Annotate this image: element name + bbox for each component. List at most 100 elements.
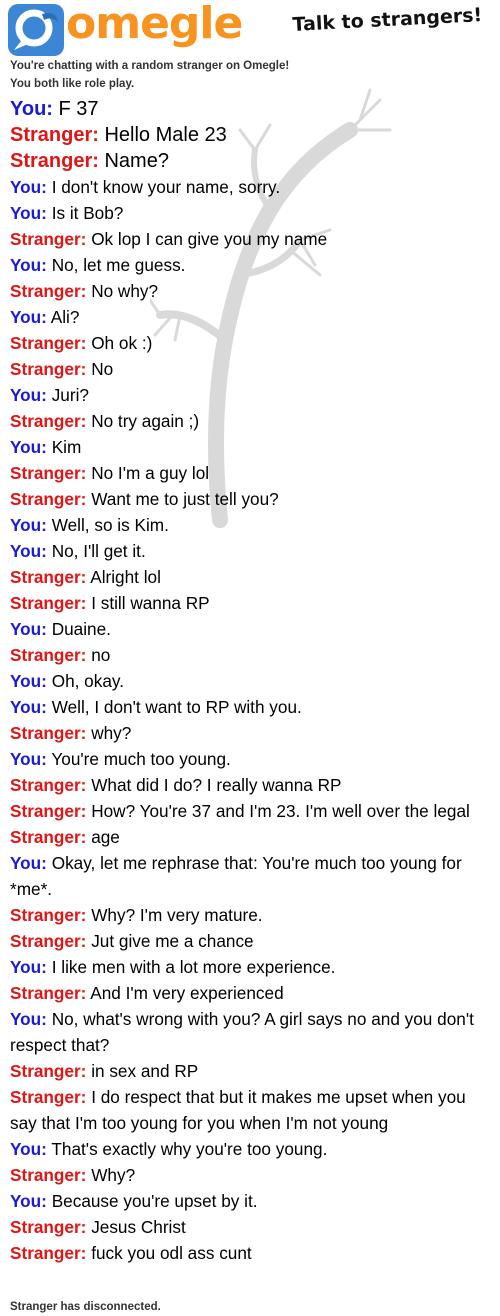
message-text: Juri? [51, 385, 89, 405]
message-text: Kim [51, 437, 82, 457]
chat-message: Stranger: Name? [10, 148, 492, 174]
chat-message: Stranger: Oh ok :) [10, 330, 492, 356]
message-text: I still wanna RP [91, 593, 210, 613]
stranger-label: Stranger: [10, 124, 99, 146]
message-text: Hello Male 23 [104, 124, 227, 146]
status-chatting: You're chatting with a random stranger o… [10, 60, 290, 72]
omegle-logo-text: omegle [66, 0, 243, 49]
message-text: Jut give me a chance [91, 931, 254, 951]
chat-message: You: Ali? [10, 304, 492, 330]
message-text: Well, so is Kim. [51, 515, 169, 535]
status-interest: You both like role play. [10, 78, 135, 90]
chat-message: You: No, what's wrong with you? A girl s… [10, 1006, 492, 1058]
chat-message: You: Okay, let me rephrase that: You're … [10, 850, 492, 902]
chat-message: You: No, I'll get it. [10, 538, 492, 564]
chat-message: Stranger: No I'm a guy lol [10, 460, 492, 486]
chat-message: Stranger: No why? [10, 278, 492, 304]
chat-message: Stranger: Want me to just tell you? [10, 486, 492, 512]
chat-message: Stranger: no [10, 642, 492, 668]
message-text: Well, I don't want to RP with you. [51, 697, 302, 717]
chat-message: Stranger: Ok lop I can give you my name [10, 226, 492, 252]
message-text: That's exactly why you're too young. [51, 1139, 328, 1159]
chat-message: Stranger: And I'm very experienced [10, 980, 492, 1006]
you-label: You: [10, 957, 47, 977]
stranger-label: Stranger: [10, 645, 87, 665]
you-label: You: [10, 1191, 47, 1211]
chat-message: Stranger: Jesus Christ [10, 1214, 492, 1240]
message-text: How? You're 37 and I'm 23. I'm well over… [91, 801, 470, 821]
message-text: I don't know your name, sorry. [51, 177, 281, 197]
you-label: You: [10, 697, 47, 717]
you-label: You: [10, 1139, 47, 1159]
message-text: I like men with a lot more experience. [51, 957, 336, 977]
message-text: No [91, 359, 114, 379]
you-label: You: [10, 619, 47, 639]
stranger-label: Stranger: [10, 281, 87, 301]
chat-message: You: Juri? [10, 382, 492, 408]
status-disconnected: Stranger has disconnected. [10, 1301, 161, 1313]
chat-message: Stranger: in sex and RP [10, 1058, 492, 1084]
message-text: Ok lop I can give you my name [91, 229, 328, 249]
stranger-label: Stranger: [10, 333, 87, 353]
chat-message: Stranger: Jut give me a chance [10, 928, 492, 954]
message-text: You're much too young. [51, 749, 231, 769]
stranger-label: Stranger: [10, 1061, 87, 1081]
stranger-label: Stranger: [10, 489, 87, 509]
chat-log: You: F 37 Stranger: Hello Male 23 Stranger… [10, 96, 492, 1266]
you-label: You: [10, 749, 47, 769]
chat-message: You: I like men with a lot more experien… [10, 954, 492, 980]
message-text: age [91, 827, 120, 847]
message-text: Why? I'm very mature. [91, 905, 263, 925]
message-text: No why? [91, 281, 159, 301]
chat-message: Stranger: why? [10, 720, 492, 746]
stranger-label: Stranger: [10, 150, 99, 172]
chat-message: Stranger: Alright lol [10, 564, 492, 590]
message-text: Oh ok :) [91, 333, 153, 353]
you-label: You: [10, 307, 47, 327]
message-text: Alright lol [90, 567, 161, 587]
chat-message: Stranger: No [10, 356, 492, 382]
stranger-label: Stranger: [10, 723, 87, 743]
message-text: No, I'll get it. [51, 541, 146, 561]
stranger-label: Stranger: [10, 593, 87, 613]
chat-message: You: I don't know your name, sorry. [10, 174, 492, 200]
message-text: Okay, let me rephrase that: You're much … [10, 853, 462, 899]
chat-message: You: That's exactly why you're too young… [10, 1136, 492, 1162]
chat-message: You: No, let me guess. [10, 252, 492, 278]
stranger-label: Stranger: [10, 931, 87, 951]
message-text: No, what's wrong with you? A girl says n… [10, 1009, 474, 1055]
stranger-label: Stranger: [10, 411, 87, 431]
chat-message: You: Is it Bob? [10, 200, 492, 226]
you-label: You: [10, 515, 47, 535]
stranger-label: Stranger: [10, 827, 87, 847]
message-text: Want me to just tell you? [91, 489, 279, 509]
chat-message: You: Well, so is Kim. [10, 512, 492, 538]
message-text: No, let me guess. [51, 255, 186, 275]
stranger-label: Stranger: [10, 1165, 87, 1185]
chat-message: Stranger: Why? [10, 1162, 492, 1188]
stranger-label: Stranger: [10, 1217, 87, 1237]
message-text: No try again ;) [91, 411, 200, 431]
chat-message: Stranger: Hello Male 23 [10, 122, 492, 148]
message-text: in sex and RP [91, 1061, 199, 1081]
omegle-logo-icon [8, 4, 64, 56]
chat-message: You: You're much too young. [10, 746, 492, 772]
message-text: why? [91, 723, 132, 743]
chat-message: Stranger: fuck you odl ass cunt [10, 1240, 492, 1266]
chat-message: You: Kim [10, 434, 492, 460]
message-text: fuck you odl ass cunt [91, 1243, 252, 1263]
message-text: Why? [91, 1165, 136, 1185]
chat-message: You: Because you're upset by it. [10, 1188, 492, 1214]
message-text: no [91, 645, 111, 665]
header: omegle Talk to strangers! [0, 0, 500, 58]
chat-message: Stranger: I do respect that but it makes… [10, 1084, 492, 1136]
you-label: You: [10, 541, 47, 561]
you-label: You: [10, 177, 47, 197]
message-text: Duaine. [51, 619, 111, 639]
chat-message: Stranger: No try again ;) [10, 408, 492, 434]
stranger-label: Stranger: [10, 801, 87, 821]
chat-message: Stranger: What did I do? I really wanna … [10, 772, 492, 798]
you-label: You: [10, 1009, 47, 1029]
stranger-label: Stranger: [10, 983, 87, 1003]
message-text: Is it Bob? [51, 203, 124, 223]
